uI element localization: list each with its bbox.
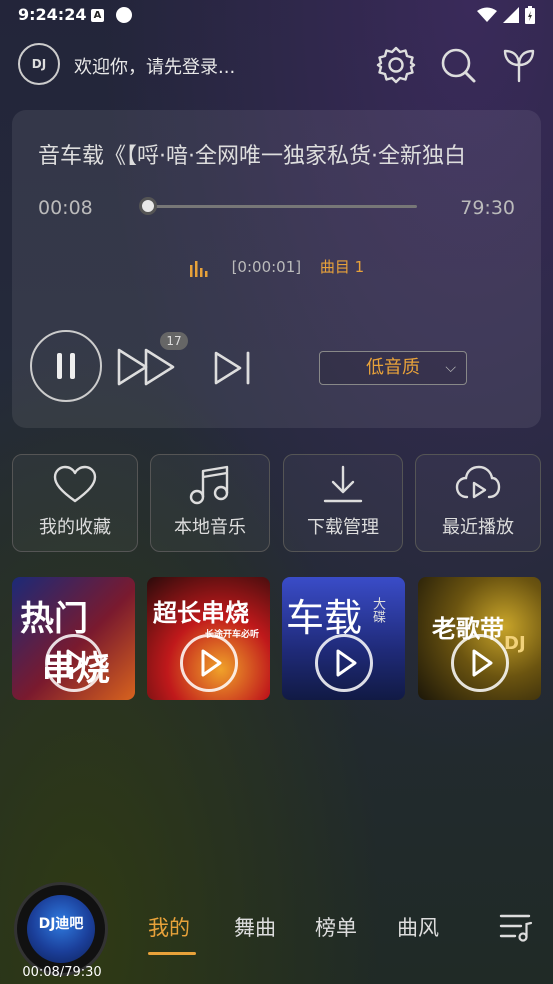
music-note-icon [189,465,229,505]
status-time: 9:24:24 [18,5,87,24]
pause-button[interactable] [30,330,102,402]
favorites-label: 我的收藏 [39,517,111,538]
playlist-covers: 热门 串烧 超长串烧 长途开车必听 车载 大碟 老歌带 DJ [12,577,541,700]
wifi-icon [477,7,497,22]
status-icons [477,6,535,24]
progress-slider[interactable] [139,197,417,215]
dj-avatar[interactable]: DJ [18,43,60,85]
recent-plays-button[interactable]: 最近播放 [415,454,541,552]
notification-app-icon: A [91,9,104,22]
fast-forward-button[interactable] [116,346,178,388]
search-icon[interactable] [438,45,478,85]
cover-car-album[interactable]: 车载 大碟 [282,577,405,700]
speed-badge: 17 [160,332,188,350]
cover-badge: DJ [504,633,526,654]
chevron-down-icon: ⌵ [445,360,456,376]
app-header: DJ 欢迎你，请先登录... [0,40,553,90]
mini-player-time: 00:08/79:30 [22,965,102,980]
local-music-button[interactable]: 本地音乐 [150,454,270,552]
pause-icon [57,353,75,379]
cover-text: 大碟 [370,597,385,623]
next-track-button[interactable] [212,350,254,386]
quick-actions: 我的收藏 本地音乐 下载管理 最近播放 [12,454,541,552]
tab-genre[interactable]: 曲风 [397,912,439,942]
favorites-button[interactable]: 我的收藏 [12,454,138,552]
player-card: 音车载《【哷·喑·全网唯一独家私货·全新独白 00:08 79:30 [0:00… [12,110,541,428]
cloud-play-icon [455,465,501,499]
disc-label: DJ迪吧 [38,916,84,932]
download-manager-button[interactable]: 下载管理 [283,454,403,552]
total-time: 79:30 [460,197,515,219]
local-music-label: 本地音乐 [174,517,246,538]
play-circle-icon[interactable] [314,634,373,692]
playback-info: [0:00:01] 曲目 1 [12,256,541,277]
quality-dropdown[interactable]: 低音质 ⌵ [319,351,467,385]
cover-text: 超长串烧 [153,599,249,627]
download-manager-label: 下载管理 [307,517,379,538]
tab-mine[interactable]: 我的 [148,912,190,942]
gear-icon[interactable] [376,45,416,85]
play-circle-icon[interactable] [179,634,238,692]
recent-plays-label: 最近播放 [442,517,514,538]
download-icon [323,465,363,503]
heart-icon [53,465,97,503]
play-circle-icon[interactable] [450,634,509,692]
notification-dot-icon [116,7,132,23]
playback-timestamp: [0:00:01] [231,258,302,276]
bottom-tabs: 我的 舞曲 榜单 曲风 [140,912,470,962]
equalizer-icon [189,260,208,277]
tab-dance[interactable]: 舞曲 [234,912,276,942]
cover-hot-medley[interactable]: 热门 串烧 [12,577,135,700]
tab-charts[interactable]: 榜单 [315,912,357,942]
song-title: 音车载《【哷·喑·全网唯一独家私货·全新独白 [38,144,466,169]
signal-icon [503,7,519,23]
status-bar: 9:24:24 A [0,0,553,32]
avatar-logo-text: DJ [31,57,47,71]
cover-text: 热门 [20,599,88,639]
cover-text: 车载 [286,596,363,640]
active-tab-indicator [148,952,196,955]
quality-label: 低音质 [366,357,420,378]
cover-long-medley[interactable]: 超长串烧 长途开车必听 [147,577,270,700]
play-circle-icon[interactable] [44,634,103,692]
current-time: 00:08 [38,197,93,219]
mini-player-disc[interactable]: DJ迪吧 [14,882,108,976]
progress-thumb[interactable] [139,197,158,215]
battery-icon [525,6,535,24]
playlist-menu-icon[interactable] [499,912,533,942]
sprout-icon[interactable] [499,45,539,85]
cover-old-songs[interactable]: 老歌带 DJ [418,577,541,700]
track-number: 曲目 1 [319,258,365,276]
login-prompt[interactable]: 欢迎你，请先登录... [74,53,235,79]
